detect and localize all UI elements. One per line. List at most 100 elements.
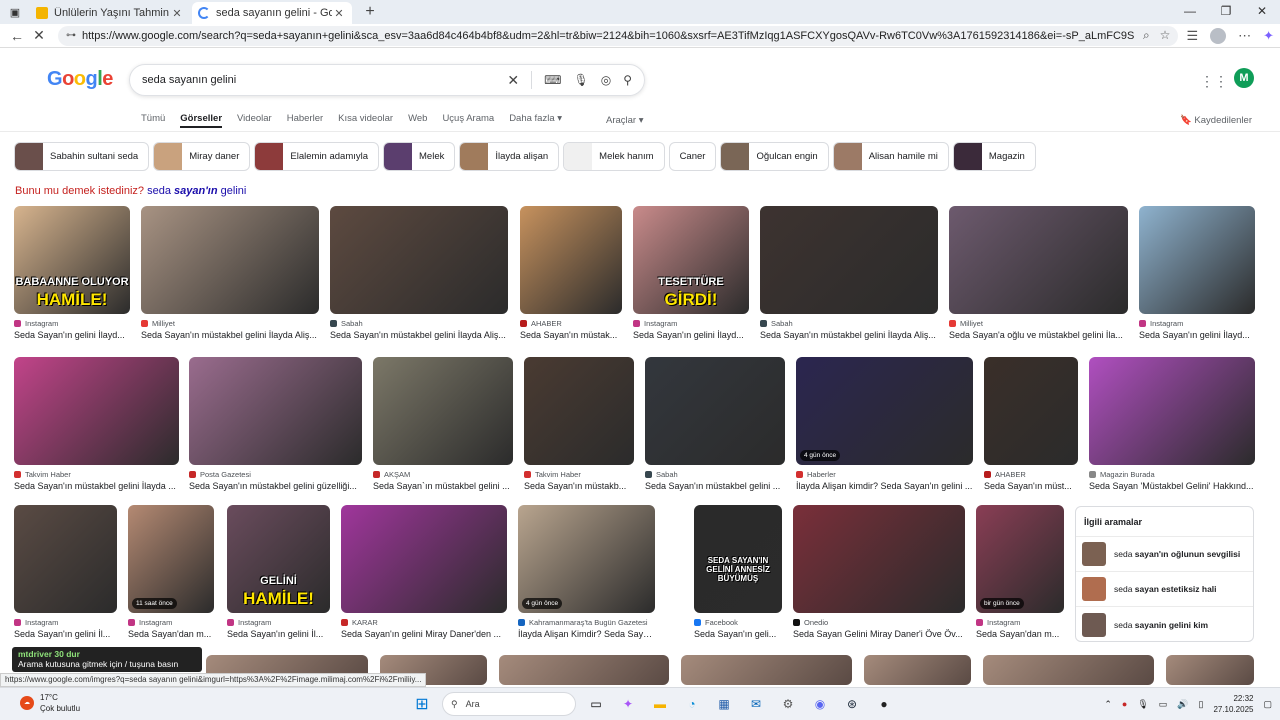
result-thumbnail[interactable] — [524, 357, 634, 465]
result-source[interactable]: Instagram — [227, 618, 330, 627]
result-source[interactable]: Instagram — [976, 618, 1064, 627]
result-source[interactable]: AHABER — [520, 319, 622, 328]
result-thumbnail[interactable] — [864, 655, 971, 685]
close-window-icon[interactable]: ✕ — [1244, 0, 1280, 24]
maximize-icon[interactable]: ❐ — [1208, 0, 1244, 24]
result-caption[interactable]: Seda Sayan'ın gelini İl... — [227, 629, 330, 639]
profile-avatar[interactable] — [1210, 27, 1227, 44]
result-caption[interactable]: Seda Sayan'ın müstakbel gelini İlayda Al… — [330, 330, 508, 340]
result-source[interactable]: AHABER — [984, 470, 1078, 479]
edge-icon[interactable]: ◔ — [680, 692, 704, 716]
result-caption[interactable]: Seda Sayan'ın müstak... — [520, 330, 622, 340]
result-thumbnail[interactable] — [793, 505, 965, 613]
image-result[interactable]: AHABER Seda Sayan'ın müstak... — [520, 206, 622, 340]
result-source[interactable]: Magazin Burada — [1089, 470, 1255, 479]
result-caption[interactable]: Seda Sayan 'Müstakbel Gelini' Hakkınd... — [1089, 481, 1255, 491]
tab-more[interactable]: Daha fazla ▾ — [509, 113, 562, 128]
related-search-item[interactable]: seda sayan estetiksiz hali — [1076, 572, 1253, 607]
weather-widget[interactable]: ☁ 17°C Çok bulutlu — [20, 692, 80, 714]
result-source[interactable]: Onedio — [793, 618, 965, 627]
result-source[interactable]: AKŞAM — [373, 470, 513, 479]
image-result[interactable]: Sabah Seda Sayan'ın müstakbel gelini İlay… — [760, 206, 938, 340]
tab-actions-icon[interactable]: ▣ — [6, 3, 24, 21]
result-caption[interactable]: Seda Sayan'dan m... — [976, 629, 1064, 639]
network-icon[interactable]: ▭ — [1159, 699, 1168, 710]
image-result[interactable]: SEDA SAYAN'IN GELİNİ ANNESİZ BÜYÜMÜŞ Face… — [694, 505, 782, 639]
result-source[interactable]: Facebook — [694, 618, 782, 627]
result-source[interactable]: Posta Gazetesi — [189, 470, 362, 479]
microphone-icon[interactable]: 🎙 — [573, 73, 588, 87]
copilot-icon[interactable]: ✦ — [1263, 28, 1274, 44]
chip[interactable]: Magazin — [952, 142, 1036, 171]
favorites-icon[interactable]: ☰ — [1186, 28, 1198, 44]
file-explorer-icon[interactable]: ▬ — [648, 692, 672, 716]
result-source[interactable]: Instagram — [14, 319, 130, 328]
result-thumbnail[interactable] — [14, 505, 117, 613]
chip[interactable]: Oğulcan engin — [720, 142, 829, 171]
volume-icon[interactable]: 🔊 — [1177, 699, 1188, 710]
image-result[interactable] — [864, 655, 971, 685]
result-source[interactable]: KARAR — [341, 618, 507, 627]
image-result[interactable]: TESETTÜRE GİRDİ! Instagram Seda Sayan'ın ge… — [633, 206, 749, 340]
result-caption[interactable]: Seda Sayan'ın müstakb... — [524, 481, 634, 491]
result-source[interactable]: Takvim Haber — [524, 470, 634, 479]
image-result[interactable]: Sabah Seda Sayan'ın müstakbel gelini İlay… — [330, 206, 508, 340]
tab-web[interactable]: Web — [408, 113, 427, 128]
image-result[interactable]: Takvim Haber Seda Sayan'ın müstakbel geli… — [14, 357, 179, 491]
image-result[interactable]: KARAR Seda Sayan'ın gelini Miray Daner'de… — [341, 505, 507, 639]
result-source[interactable]: Sabah — [760, 319, 938, 328]
result-thumbnail[interactable] — [141, 206, 319, 314]
minimize-icon[interactable]: — — [1172, 0, 1208, 24]
result-source[interactable]: Sabah — [330, 319, 508, 328]
result-caption[interactable]: Seda Sayan'ın gelini İlayd... — [633, 330, 749, 340]
image-result[interactable]: Milliyet Seda Sayan'ın müstakbel gelini İ… — [141, 206, 319, 340]
chip[interactable]: Caner — [668, 142, 717, 171]
result-thumbnail[interactable] — [984, 357, 1078, 465]
close-icon[interactable]: ✕ — [170, 7, 184, 20]
store-icon[interactable]: ▦ — [712, 692, 736, 716]
app-icon[interactable]: ● — [872, 692, 896, 716]
browser-tab-quiz[interactable]: Ünlülerin Yaşını Tahmin Et! - Quiz ✕ — [30, 2, 190, 24]
chip[interactable]: İlayda alişan — [459, 142, 560, 171]
result-thumbnail[interactable]: 11 saat önce — [128, 505, 214, 613]
result-caption[interactable]: Seda Sayan'a oğlu ve müstakbel gelini İl… — [949, 330, 1128, 340]
new-tab-button[interactable]: + — [360, 3, 380, 21]
result-source[interactable]: Instagram — [633, 319, 749, 328]
result-caption[interactable]: Seda Sayan'ın geli... — [694, 629, 782, 639]
tab-images[interactable]: Görseller — [180, 113, 223, 128]
account-avatar[interactable]: M — [1234, 68, 1254, 88]
image-result[interactable]: AHABER Seda Sayan'ın müst... — [984, 357, 1078, 491]
result-thumbnail[interactable] — [983, 655, 1154, 685]
image-result[interactable]: BABAANNE OLUYOR HAMİLE! Instagram Seda Saya… — [14, 206, 130, 340]
result-caption[interactable]: Seda Sayan'ın müstakbel gelini İlayda ..… — [14, 481, 179, 491]
task-view-icon[interactable]: ▭ — [584, 692, 608, 716]
result-thumbnail[interactable] — [1089, 357, 1255, 465]
outlook-icon[interactable]: ✉ — [744, 692, 768, 716]
search-icon[interactable]: ⚲ — [623, 73, 632, 87]
image-result[interactable]: Instagram Seda Sayan'ın gelini İlayd... — [1139, 206, 1255, 340]
result-caption[interactable]: Seda Sayan'ın gelini Miray Daner'den ... — [341, 629, 507, 639]
result-thumbnail[interactable]: 4 gün önce — [518, 505, 655, 613]
tools-button[interactable]: Araçlar ▾ — [606, 115, 644, 126]
result-thumbnail[interactable] — [645, 357, 785, 465]
result-caption[interactable]: Seda Sayan'ın müstakbel gelini İlayda Al… — [760, 330, 938, 340]
image-result[interactable]: Instagram Seda Sayan'ın gelini İl... — [14, 505, 117, 639]
suggested-query-link[interactable]: seda sayan'ın gelini — [147, 185, 246, 197]
tray-chevron-icon[interactable]: ⌃ — [1104, 699, 1112, 710]
result-thumbnail[interactable] — [760, 206, 938, 314]
image-result[interactable]: Sabah Seda Sayan'ın müstakbel gelini ... — [645, 357, 785, 491]
result-thumbnail[interactable]: TESETTÜRE GİRDİ! — [633, 206, 749, 314]
result-caption[interactable]: İlayda Alişan Kimdir? Seda Sayan'ın Ge..… — [518, 629, 655, 639]
clock[interactable]: 22:32 27.10.2025 — [1213, 693, 1253, 715]
result-thumbnail[interactable] — [1166, 655, 1254, 685]
result-source[interactable]: Instagram — [14, 618, 117, 627]
result-caption[interactable]: İlayda Alişan kimdir? Seda Sayan'ın geli… — [796, 481, 973, 491]
image-result[interactable] — [983, 655, 1154, 685]
related-search-item[interactable]: seda sayan'ın oğlunun sevgilisi — [1076, 537, 1253, 572]
image-result[interactable] — [1166, 655, 1254, 685]
result-thumbnail[interactable] — [949, 206, 1128, 314]
chip[interactable]: Miray daner — [153, 142, 251, 171]
result-thumbnail[interactable] — [373, 357, 513, 465]
image-result[interactable]: GELİNİ HAMİLE! Instagram Seda Sayan'ın geli… — [227, 505, 330, 639]
zoom-icon[interactable]: ⌕ — [1143, 28, 1150, 43]
